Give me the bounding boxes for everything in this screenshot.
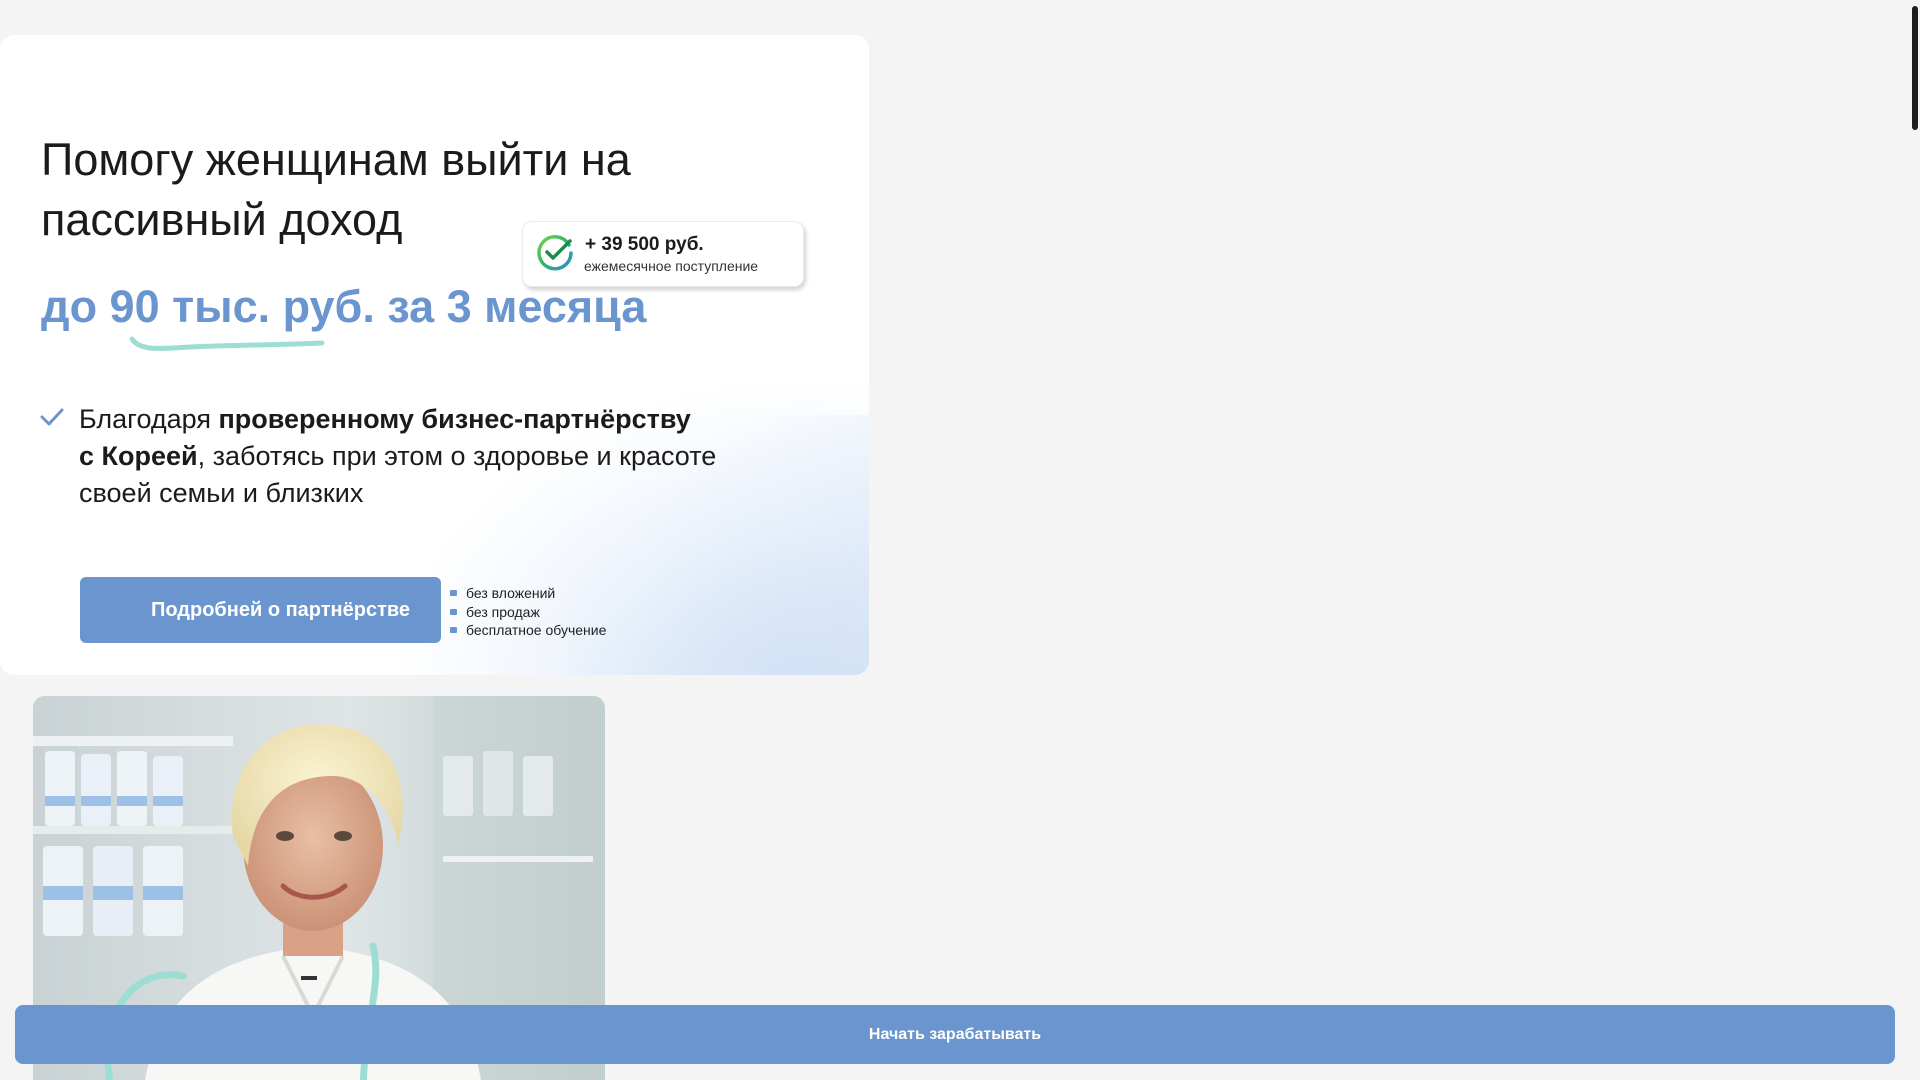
bullet-icon [450, 608, 457, 615]
perk-label: без продаж [466, 603, 540, 620]
perk-label: без вложений [466, 585, 556, 601]
badge-amount: + 39 500 руб. [585, 234, 704, 255]
bullet-icon [450, 590, 457, 596]
checkmark-icon [40, 408, 64, 426]
benefit-text-lead: Благодаря [79, 404, 219, 434]
partnership-details-button[interactable]: Подробней о партнёрстве [80, 577, 441, 643]
scrollbar-thumb[interactable] [1912, 6, 1918, 130]
page-scrollbar[interactable] [1908, 0, 1920, 1080]
bullet-icon [450, 627, 457, 633]
start-earning-button[interactable]: Начать зарабатывать [15, 1005, 1895, 1064]
benefit-text-bold-korea: с Кореей [79, 441, 198, 471]
benefit-text-bold-partnership: проверенному бизнес-партнёрству [218, 404, 691, 434]
hero-card: Помогу женщинам выйти на пассивный доход… [0, 35, 869, 675]
benefit-text: Благодаря проверенному бизнес-партнёрств… [79, 401, 779, 512]
badge-caption: ежемесячное поступление [584, 258, 759, 274]
landing-page: Помогу женщинам выйти на пассивный доход… [0, 0, 1920, 1080]
perk-label: бесплатное обучение [466, 622, 607, 638]
perks-list: без вложений без продаж бесплатное обуче… [450, 584, 606, 640]
perk-item: без вложений [450, 584, 606, 603]
perk-item: бесплатное обучение [450, 621, 606, 640]
income-badge: + 39 500 руб. ежемесячное поступление [522, 221, 804, 287]
perk-item: без продаж [450, 603, 606, 622]
check-circle-icon [537, 235, 573, 271]
underline-swoosh-decoration [130, 336, 325, 351]
